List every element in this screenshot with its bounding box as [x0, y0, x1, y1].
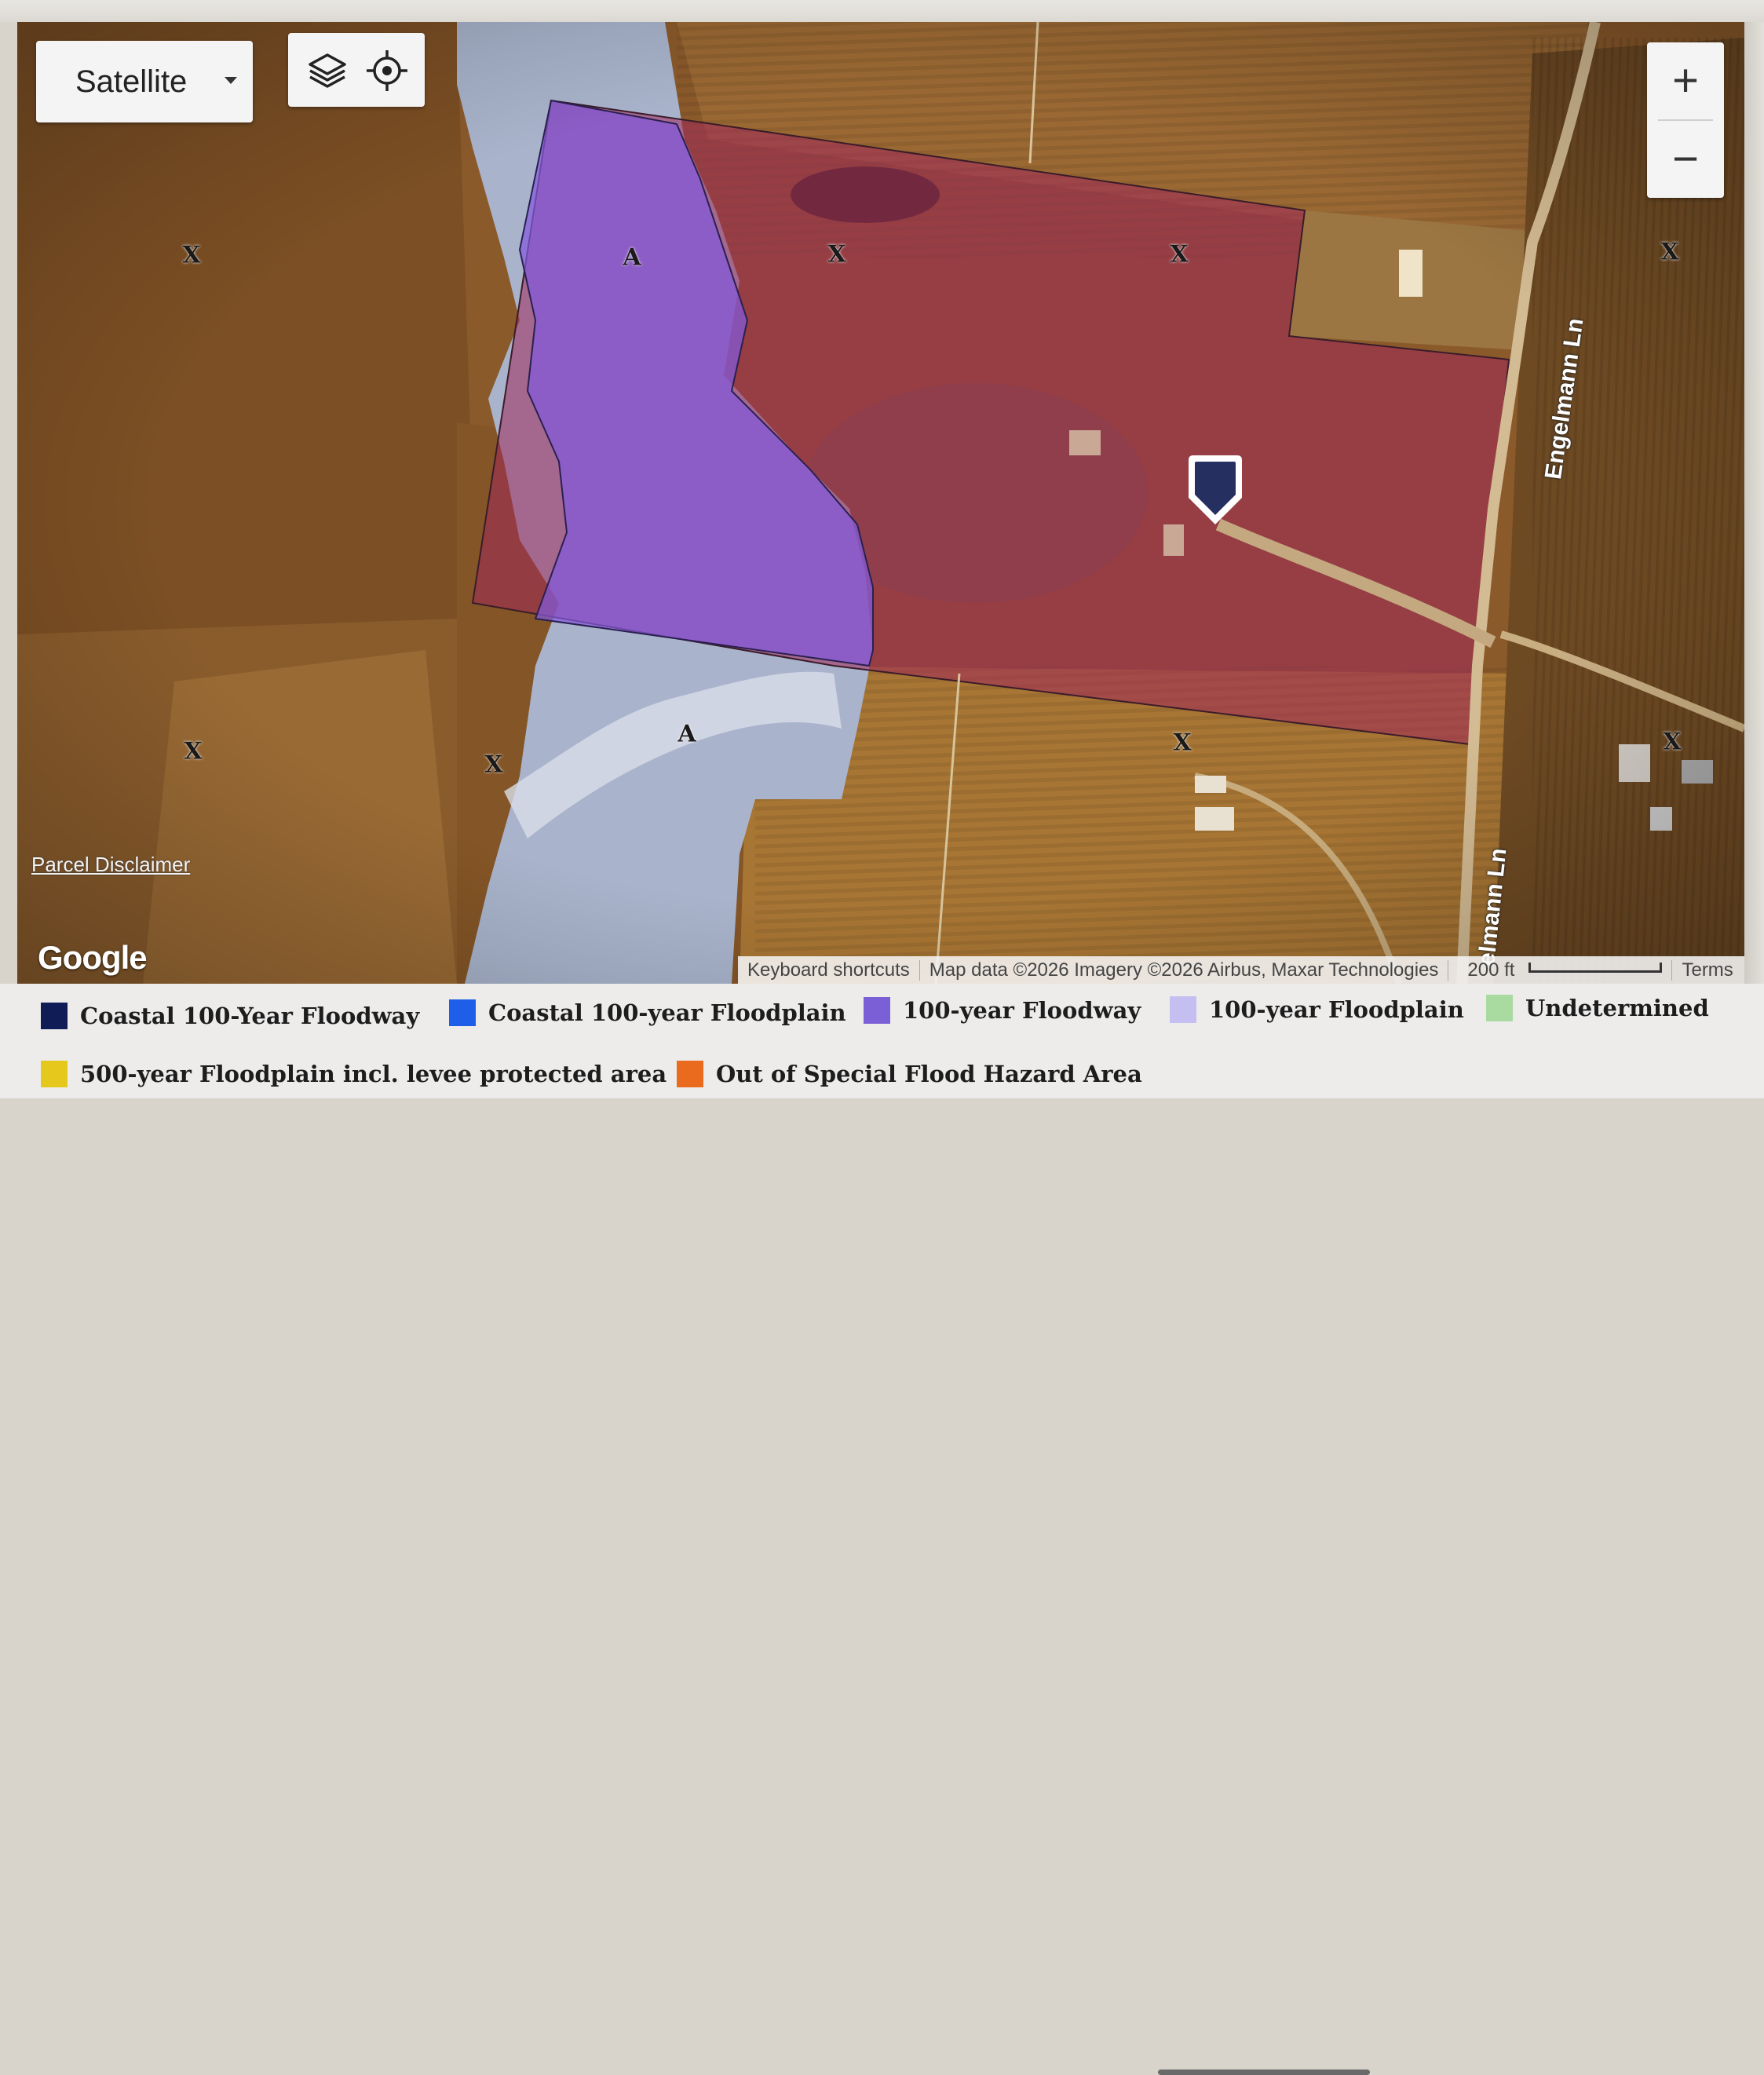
map-tools: [288, 33, 425, 107]
legend-item: 100-year Floodway: [864, 997, 1141, 1024]
legend-label: Coastal 100-year Floodplain: [488, 999, 846, 1026]
flood-zone-legend: Coastal 100-Year Floodway Coastal 100-ye…: [0, 984, 1764, 2075]
zone-label: X: [484, 751, 503, 779]
legend-label: 100-year Floodway: [903, 997, 1141, 1024]
map-type-dropdown[interactable]: Satellite: [36, 41, 253, 122]
location-pin-icon[interactable]: [1184, 452, 1247, 528]
zone-label: X: [1660, 238, 1679, 266]
zoom-control: + −: [1647, 42, 1724, 198]
top-strip: [0, 0, 1764, 22]
legend-item: Coastal 100-Year Floodway: [41, 1003, 419, 1029]
legend-item: Undetermined: [1486, 995, 1709, 1021]
legend-swatch: [449, 999, 476, 1026]
home-indicator: [1158, 2070, 1370, 2075]
layers-icon[interactable]: [305, 49, 349, 93]
legend-swatch: [1486, 995, 1513, 1021]
map-data-attribution: Map data ©2026 Imagery ©2026 Airbus, Max…: [929, 959, 1439, 981]
zone-label: X: [1663, 728, 1682, 756]
zoom-in-button[interactable]: +: [1647, 42, 1724, 119]
zone-label: X: [184, 737, 203, 765]
legend-label: Out of Special Flood Hazard Area: [716, 1061, 1142, 1087]
chevron-down-icon: [225, 77, 237, 84]
legend-item: Out of Special Flood Hazard Area: [677, 1061, 1142, 1087]
legend-item: 500-year Floodplain incl. levee protecte…: [41, 1061, 667, 1087]
legend-swatch: [41, 1003, 68, 1029]
locate-icon[interactable]: [365, 49, 409, 93]
legend-swatch: [677, 1061, 703, 1087]
zone-label: X: [1170, 240, 1189, 269]
parcel-disclaimer-link[interactable]: Parcel Disclaimer: [31, 853, 190, 877]
zone-label: A: [677, 720, 696, 748]
legend-item: Coastal 100-year Floodplain: [449, 999, 846, 1026]
zone-label: X: [1173, 729, 1192, 757]
zone-label: X: [182, 241, 201, 269]
legend-swatch: [41, 1061, 68, 1087]
zoom-out-button[interactable]: −: [1647, 121, 1724, 198]
legend-label: Undetermined: [1525, 995, 1709, 1021]
legend-item: 100-year Floodplain: [1170, 996, 1464, 1023]
satellite-imagery: [17, 22, 1744, 984]
legend-label: Coastal 100-Year Floodway: [80, 1003, 420, 1029]
zone-label: X: [827, 240, 846, 269]
screen-edge: [1744, 22, 1764, 984]
scale-label: 200 ft: [1467, 959, 1515, 981]
google-logo: Google: [38, 939, 148, 976]
legend-label: 500-year Floodplain incl. levee protecte…: [80, 1061, 667, 1087]
map-type-label: Satellite: [75, 64, 188, 99]
keyboard-shortcuts-link[interactable]: Keyboard shortcuts: [738, 959, 919, 981]
legend-label: 100-year Floodplain: [1209, 996, 1464, 1023]
legend-swatch: [864, 997, 890, 1024]
terms-link[interactable]: Terms: [1672, 959, 1742, 981]
scale-bar: [1528, 962, 1663, 973]
legend-swatch: [1170, 996, 1196, 1023]
scale-control[interactable]: 200 ft: [1448, 959, 1671, 981]
map-canvas[interactable]: X A X X X X X A X X Engelmann Ln elmann …: [17, 22, 1744, 984]
attribution-bar: Keyboard shortcuts Map data ©2026 Imager…: [738, 956, 1744, 984]
zone-label: A: [623, 243, 641, 272]
